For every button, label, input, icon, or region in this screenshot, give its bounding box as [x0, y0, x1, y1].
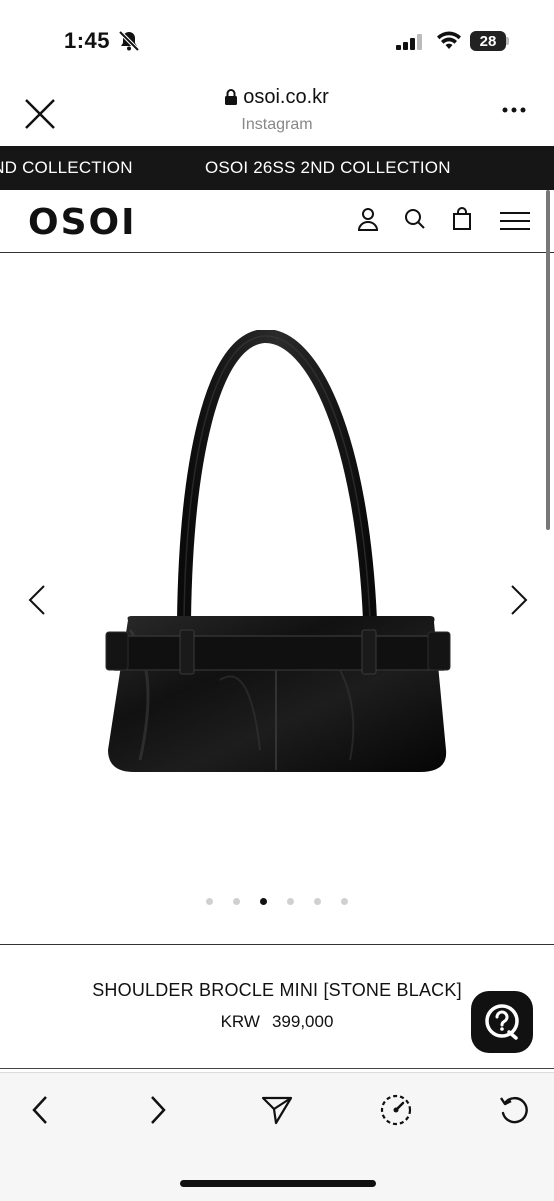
home-indicator[interactable]: [180, 1180, 376, 1187]
search-icon[interactable]: [403, 206, 427, 234]
announcement-banner[interactable]: OSOI 26SS 2ND COLLECTION OSOI 26SS 2ND C…: [0, 146, 554, 190]
lock-icon: [225, 88, 238, 111]
next-image-button[interactable]: [504, 580, 532, 620]
carousel-dot[interactable]: [314, 898, 321, 905]
speedometer-icon[interactable]: [376, 1090, 416, 1130]
carousel-dot[interactable]: [206, 898, 213, 905]
person-icon[interactable]: [356, 206, 380, 234]
chevron-right-icon[interactable]: [138, 1090, 178, 1130]
source-label: Instagram: [241, 116, 313, 133]
reload-icon[interactable]: [494, 1090, 534, 1130]
hamburger-menu-icon[interactable]: [499, 206, 531, 234]
wifi-icon: [436, 31, 462, 56]
carousel-indicators: [0, 898, 554, 905]
scrollbar[interactable]: [546, 190, 550, 530]
site-logo[interactable]: OSOI: [28, 202, 137, 243]
price-value: 399,000: [271, 1012, 334, 1031]
banner-text: OSOI 26SS 2ND COLLECTION: [205, 158, 451, 177]
image-divider: [0, 944, 554, 945]
shopping-bag-icon[interactable]: [451, 206, 475, 234]
url-text: osoi.co.kr: [243, 86, 329, 108]
carousel-dot[interactable]: [287, 898, 294, 905]
battery-tip: [506, 37, 509, 45]
chevron-left-icon[interactable]: [20, 1090, 60, 1130]
more-options-icon[interactable]: [500, 100, 530, 120]
header-divider: [0, 252, 554, 253]
status-time: 1:45: [64, 28, 111, 53]
battery-level: 28: [470, 31, 506, 51]
silent-bell-icon: [118, 30, 140, 57]
product-image[interactable]: [100, 328, 456, 780]
paper-plane-icon[interactable]: [257, 1090, 297, 1130]
cell-signal-icon: [396, 34, 426, 55]
product-name: SHOULDER BROCLE MINI [STONE BLACK]: [92, 980, 462, 1000]
previous-image-button[interactable]: [24, 580, 52, 620]
content-divider: [0, 1068, 554, 1069]
carousel-dot[interactable]: [341, 898, 348, 905]
price-currency: KRW: [220, 1012, 260, 1031]
help-chat-icon[interactable]: [471, 991, 533, 1053]
banner-text: OSOI 26SS 2ND COLLECTION: [0, 158, 133, 177]
carousel-dot[interactable]: [233, 898, 240, 905]
battery-icon: 28: [470, 31, 506, 51]
carousel-dot-active[interactable]: [260, 898, 267, 905]
address-bar[interactable]: osoi.co.kr: [0, 86, 554, 111]
